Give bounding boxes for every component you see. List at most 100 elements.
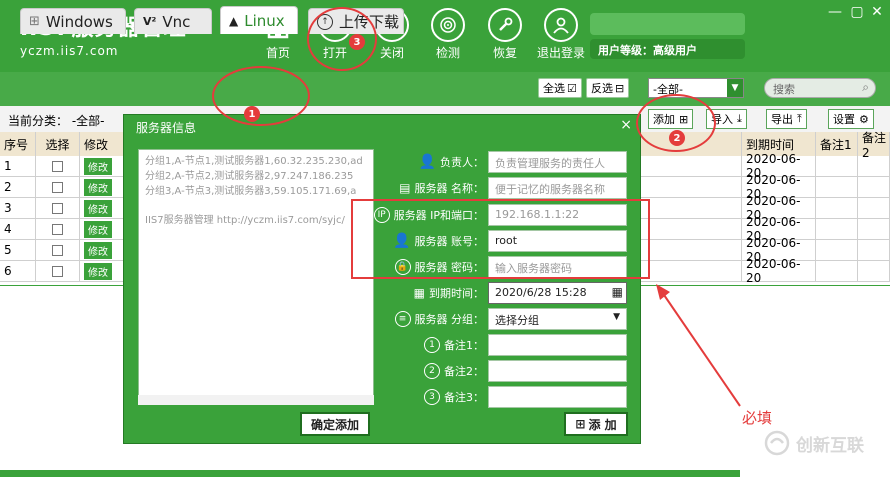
category-value: -全部- xyxy=(71,114,105,128)
sample-footer: IIS7服务器管理 http://yczm.iis7.com/syjc/ xyxy=(145,215,345,226)
annotation-required-text: 必填 xyxy=(742,409,773,427)
current-category: 当前分类： -全部- xyxy=(8,112,105,129)
owner-label: 👤 负责人： xyxy=(392,154,488,170)
detect-button[interactable]: 检测 xyxy=(418,8,478,61)
home-label: 首页 xyxy=(265,46,290,60)
row-checkbox[interactable] xyxy=(36,261,80,281)
note2-row: 2 备注2： xyxy=(392,360,627,382)
check-icon: ☑ xyxy=(567,81,577,95)
annotation-linux-highlight xyxy=(212,66,310,126)
settings-button[interactable]: 设置 ⚙ xyxy=(828,109,874,129)
upload-icon: ⤒ xyxy=(797,112,802,125)
modify-button[interactable]: 修改 xyxy=(84,157,112,175)
number-three-icon: 3 xyxy=(424,389,440,405)
name-label: ▤ 服务器 名称： xyxy=(392,180,488,196)
checkbox-icon xyxy=(52,244,63,256)
gear-icon: ⚙ xyxy=(859,112,869,126)
note3-input[interactable] xyxy=(488,386,627,408)
note1-input[interactable] xyxy=(488,334,627,356)
expire-datetime-picker[interactable]: 2020/6/28 15:28 ▦ xyxy=(488,282,627,304)
export-button[interactable]: 导出 ⤒ xyxy=(766,109,807,129)
row-checkbox[interactable] xyxy=(36,219,80,239)
header-num: 序号 xyxy=(0,132,36,156)
detect-label: 检测 xyxy=(435,46,460,60)
tab-windows[interactable]: ⊞ Windows xyxy=(20,8,126,34)
note3-label-text: 备注3： xyxy=(444,391,484,404)
search-input[interactable]: 搜索 ⌕ xyxy=(764,78,876,98)
modify-button[interactable]: 修改 xyxy=(84,199,112,217)
person-icon: 👤 xyxy=(418,154,436,170)
note2-label-text: 备注2： xyxy=(444,365,484,378)
note2-input[interactable] xyxy=(488,360,627,382)
tab-vnc-label: Vnc xyxy=(162,12,191,31)
row-checkbox[interactable] xyxy=(36,156,80,176)
group-select[interactable]: 选择分组 ▼ xyxy=(488,308,627,330)
modify-button[interactable]: 修改 xyxy=(84,220,112,238)
checkbox-icon xyxy=(52,160,63,172)
user-icon xyxy=(544,8,578,42)
modify-button[interactable]: 修改 xyxy=(84,262,112,280)
header-note1: 备注1 xyxy=(816,132,858,156)
maximize-icon[interactable]: ▢ xyxy=(848,4,866,20)
minimize-icon[interactable]: — xyxy=(826,4,844,20)
logout-button[interactable]: 退出登录 xyxy=(531,8,591,61)
row-note2 xyxy=(858,177,890,197)
select-all-button[interactable]: 全选 ☑ xyxy=(538,78,582,98)
row-note1 xyxy=(816,198,858,218)
row-note1 xyxy=(816,156,858,176)
name-placeholder: 便于记忆的服务器名称 xyxy=(495,183,605,196)
expire-value: 2020/6/28 15:28 xyxy=(495,286,587,299)
dialog-close-icon[interactable]: × xyxy=(620,117,632,133)
batch-input-textarea[interactable]: 分组1,A-节点1,测试服务器1,60.32.235.230,ad 分组2,A-… xyxy=(138,149,374,405)
dialog-title: 服务器信息 xyxy=(136,121,197,135)
row-checkbox[interactable] xyxy=(36,240,80,260)
chevron-down-icon: ▼ xyxy=(613,312,620,322)
checkbox-icon xyxy=(52,265,63,277)
tab-linux[interactable]: ▲ Linux xyxy=(220,6,298,34)
download-icon: ⤓ xyxy=(737,112,742,125)
annotation-required-box xyxy=(351,199,650,279)
modify-button[interactable]: 修改 xyxy=(84,178,112,196)
annotation-badge-3: 3 xyxy=(349,34,365,50)
row-note2 xyxy=(858,198,890,218)
row-num: 3 xyxy=(0,198,36,218)
note3-label: 3 备注3： xyxy=(392,389,488,405)
close-icon[interactable]: ✕ xyxy=(868,4,886,20)
note1-label: 1 备注1： xyxy=(392,337,488,353)
number-one-icon: 1 xyxy=(424,337,440,353)
chevron-down-icon: ▼ xyxy=(727,79,743,97)
dialog-add-label: 添 加 xyxy=(588,417,617,432)
group-value: 选择分组 xyxy=(495,314,539,327)
textarea-scrollbar[interactable] xyxy=(138,395,374,405)
vnc-icon: V² xyxy=(143,15,157,28)
server-info-dialog: 服务器信息 × 分组1,A-节点1,测试服务器1,60.32.235.230,a… xyxy=(123,114,641,444)
invert-select-button[interactable]: 反选 ⊟ xyxy=(586,78,630,98)
expire-row: ▦ 到期时间： 2020/6/28 15:28 ▦ xyxy=(392,282,627,304)
annotation-open-highlight xyxy=(307,7,377,71)
number-two-icon: 2 xyxy=(424,363,440,379)
calendar-icon[interactable]: ▦ xyxy=(612,285,623,299)
tab-vnc[interactable]: V² Vnc xyxy=(134,8,212,34)
restore-button[interactable]: 恢复 xyxy=(475,8,535,61)
row-num: 4 xyxy=(0,219,36,239)
dialog-add-button[interactable]: ⊞ 添 加 xyxy=(564,412,628,436)
select-all-label: 全选 xyxy=(543,82,565,95)
annotation-arrow xyxy=(656,284,741,407)
owner-label-text: 负责人： xyxy=(440,156,484,169)
row-checkbox[interactable] xyxy=(36,198,80,218)
row-num: 6 xyxy=(0,261,36,281)
linux-icon: ▲ xyxy=(229,13,239,28)
row-expire: 2020-06-20 xyxy=(742,257,816,285)
invert-icon: ⊟ xyxy=(615,81,625,95)
name-label-text: 服务器 名称： xyxy=(414,182,485,195)
windows-icon: ⊞ xyxy=(29,14,40,29)
category-label: 当前分类： xyxy=(8,114,69,128)
confirm-add-button[interactable]: 确定添加 xyxy=(300,412,370,436)
row-checkbox[interactable] xyxy=(36,177,80,197)
owner-input[interactable]: 负责管理服务的责任人 xyxy=(488,151,627,173)
tab-linux-label: Linux xyxy=(244,11,285,30)
modify-button[interactable]: 修改 xyxy=(84,241,112,259)
user-level: 用户等级：高级用户 xyxy=(590,39,745,59)
search-placeholder: 搜索 xyxy=(773,83,795,96)
server-name-input[interactable]: 便于记忆的服务器名称 xyxy=(488,177,627,199)
